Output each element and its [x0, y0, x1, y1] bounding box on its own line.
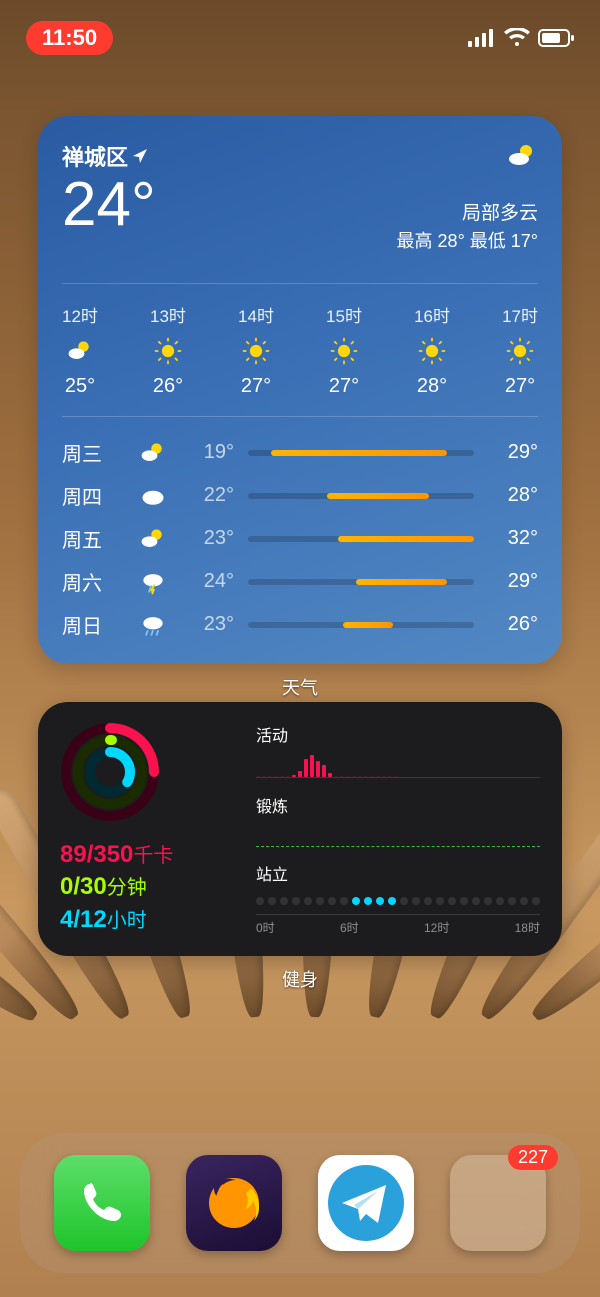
weather-hi-lo: 最高 28° 最低 17° — [397, 227, 538, 253]
wifi-icon — [504, 28, 530, 48]
weather-location: 禅城区 — [62, 140, 156, 172]
hour-col: 16时 28° — [414, 302, 450, 398]
move-metric: 89/350千卡 — [60, 839, 238, 871]
partly-cloudy-icon — [139, 525, 167, 553]
sun-icon — [242, 337, 270, 365]
weather-current-temp: 24° — [62, 174, 156, 236]
dock: 227 — [20, 1133, 580, 1273]
hour-col: 15时 27° — [326, 302, 362, 398]
activity-chart: 活动 — [256, 722, 540, 778]
fitness-widget-label: 健身 — [0, 966, 600, 992]
sun-icon — [506, 337, 534, 365]
cloud-icon — [139, 482, 167, 510]
day-row: 周三 19° 29° — [62, 431, 538, 474]
rain-icon — [139, 611, 167, 639]
day-row: 周五 23° 32° — [62, 517, 538, 560]
hour-col: 14时 27° — [238, 302, 274, 398]
sun-icon — [330, 337, 358, 365]
telegram-logo-icon — [318, 1155, 414, 1251]
sun-icon — [154, 337, 182, 365]
stand-metric: 4/12小时 — [60, 904, 238, 936]
partly-cloudy-icon — [66, 337, 94, 365]
sun-icon — [418, 337, 446, 365]
partly-cloudy-icon — [506, 140, 538, 172]
status-time-recording[interactable]: 11:50 — [26, 21, 113, 55]
firefox-app-icon[interactable] — [186, 1155, 282, 1251]
hour-col: 13时 26° — [150, 302, 186, 398]
hour-col: 17时 27° — [502, 302, 538, 398]
weather-widget[interactable]: 禅城区 24° 局部多云 最高 28° 最低 17° 12时 25° 13时 2… — [38, 116, 562, 664]
status-bar: 11:50 — [0, 16, 600, 60]
weather-condition: 局部多云 — [462, 198, 538, 225]
fitness-widget[interactable]: 89/350千卡 0/30分钟 4/12小时 活动 锻炼 站立 0时 6时 12… — [38, 702, 562, 956]
day-row: 周六 24° 29° — [62, 560, 538, 603]
location-arrow-icon — [132, 148, 148, 164]
exercise-metric: 0/30分钟 — [60, 871, 238, 903]
weather-hourly: 12时 25° 13时 26° 14时 27° 15时 27° 16时 28° … — [62, 283, 538, 416]
day-row: 周四 22° 28° — [62, 474, 538, 517]
storm-icon — [139, 568, 167, 596]
phone-handset-icon — [75, 1176, 129, 1230]
activity-rings-icon — [60, 722, 160, 822]
day-row: 周日 23° 26° — [62, 603, 538, 646]
cellular-icon — [468, 29, 496, 47]
battery-icon — [538, 29, 574, 47]
weather-widget-label: 天气 — [0, 674, 600, 700]
partly-cloudy-icon — [139, 439, 167, 467]
exercise-chart: 锻炼 — [256, 793, 540, 847]
folder-badge: 227 — [508, 1145, 558, 1170]
phone-app-icon[interactable] — [54, 1155, 150, 1251]
firefox-logo-icon — [199, 1168, 269, 1238]
stand-chart: 站立 0时 6时 12时 18时 — [256, 861, 540, 936]
hour-col: 12时 25° — [62, 302, 98, 398]
app-folder[interactable]: 227 — [450, 1155, 546, 1251]
weather-daily: 周三 19° 29° 周四 22° 28° 周五 23° 32° 周六 24° … — [62, 416, 538, 646]
telegram-app-icon[interactable] — [318, 1155, 414, 1251]
